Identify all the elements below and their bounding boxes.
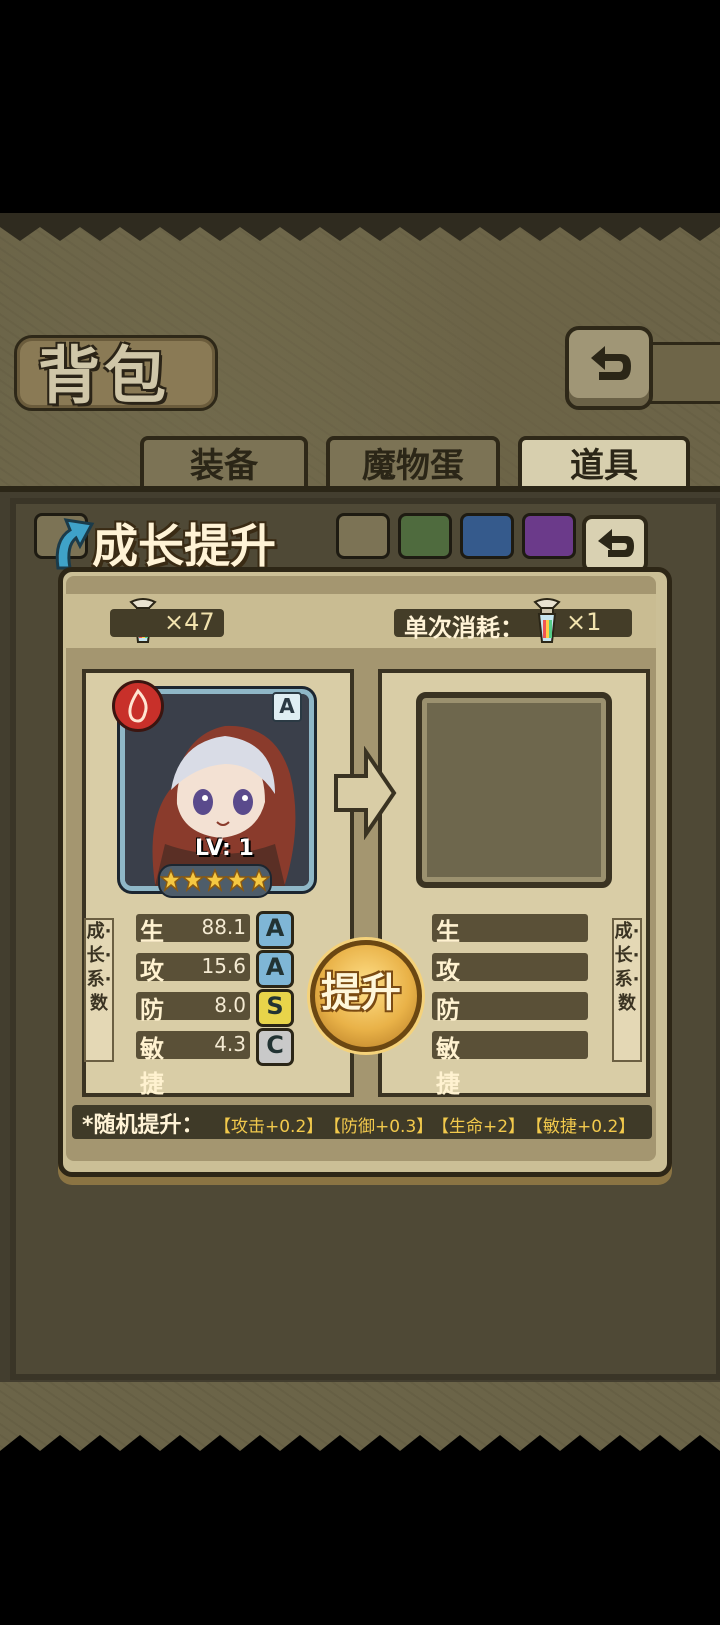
random-option-defense: 【防御+0.3】 (324, 1117, 434, 1137)
stat-name: 敏捷 (140, 1035, 164, 1098)
random-upgrade-label: *随机提升： (82, 1113, 204, 1138)
item-count-box: ×47 (110, 608, 224, 637)
item-count: ×47 (164, 608, 215, 636)
cost-box: 单次消耗： ×1 (394, 608, 632, 642)
return-arrow-icon (591, 346, 631, 380)
page-title: 背包 (38, 339, 171, 412)
growth-arrow-icon (48, 510, 98, 574)
stat-value: 8.0 (214, 993, 246, 1017)
right-arrow-icon (332, 745, 398, 844)
card-rank-badge: A (272, 692, 302, 722)
stat-value: 88.1 (201, 915, 246, 939)
random-option-hp: 【生命+2】 (432, 1117, 526, 1137)
upgrade-button-label: 提升 (321, 970, 401, 1016)
result-card-slot (416, 692, 612, 888)
grade-badge: A (256, 950, 294, 988)
stat-value: 4.3 (214, 1032, 246, 1056)
potion-icon (530, 596, 564, 650)
tab-equipment[interactable]: 装备 (140, 436, 308, 492)
star-rating (158, 864, 272, 898)
growth-coefficient-label-left: 成·长·系·数 (84, 918, 114, 1062)
zigzag-border-bottom (0, 1435, 720, 1491)
filter-chip-blue[interactable] (460, 513, 514, 559)
grade-badge: S (256, 989, 294, 1027)
random-option-agility: 【敏捷+0.2】 (526, 1117, 636, 1137)
filter-chip-green[interactable] (398, 513, 452, 559)
filter-chip[interactable] (336, 513, 390, 559)
grade-badge: C (256, 1028, 294, 1066)
tab-items[interactable]: 道具 (518, 436, 690, 492)
card-level: LV: 1 (195, 836, 254, 861)
fire-element-badge (112, 680, 164, 732)
random-option-attack: 【攻击+0.2】 (214, 1117, 324, 1137)
stat-name: 敏捷 (436, 1035, 460, 1098)
growth-coefficient-label-right: 成·长·系·数 (612, 918, 642, 1062)
grade-badge: A (256, 911, 294, 949)
zigzag-border-top (0, 213, 720, 241)
cost-label: 单次消耗： (404, 614, 524, 642)
cost-value: ×1 (566, 608, 602, 636)
dialog-close-button[interactable] (582, 515, 648, 573)
flame-icon (128, 688, 148, 723)
tab-monster-eggs[interactable]: 魔物蛋 (326, 436, 500, 492)
filter-chip-purple[interactable] (522, 513, 576, 559)
stat-value: 15.6 (201, 954, 246, 978)
back-button[interactable] (565, 326, 653, 410)
return-arrow-icon (598, 529, 634, 557)
